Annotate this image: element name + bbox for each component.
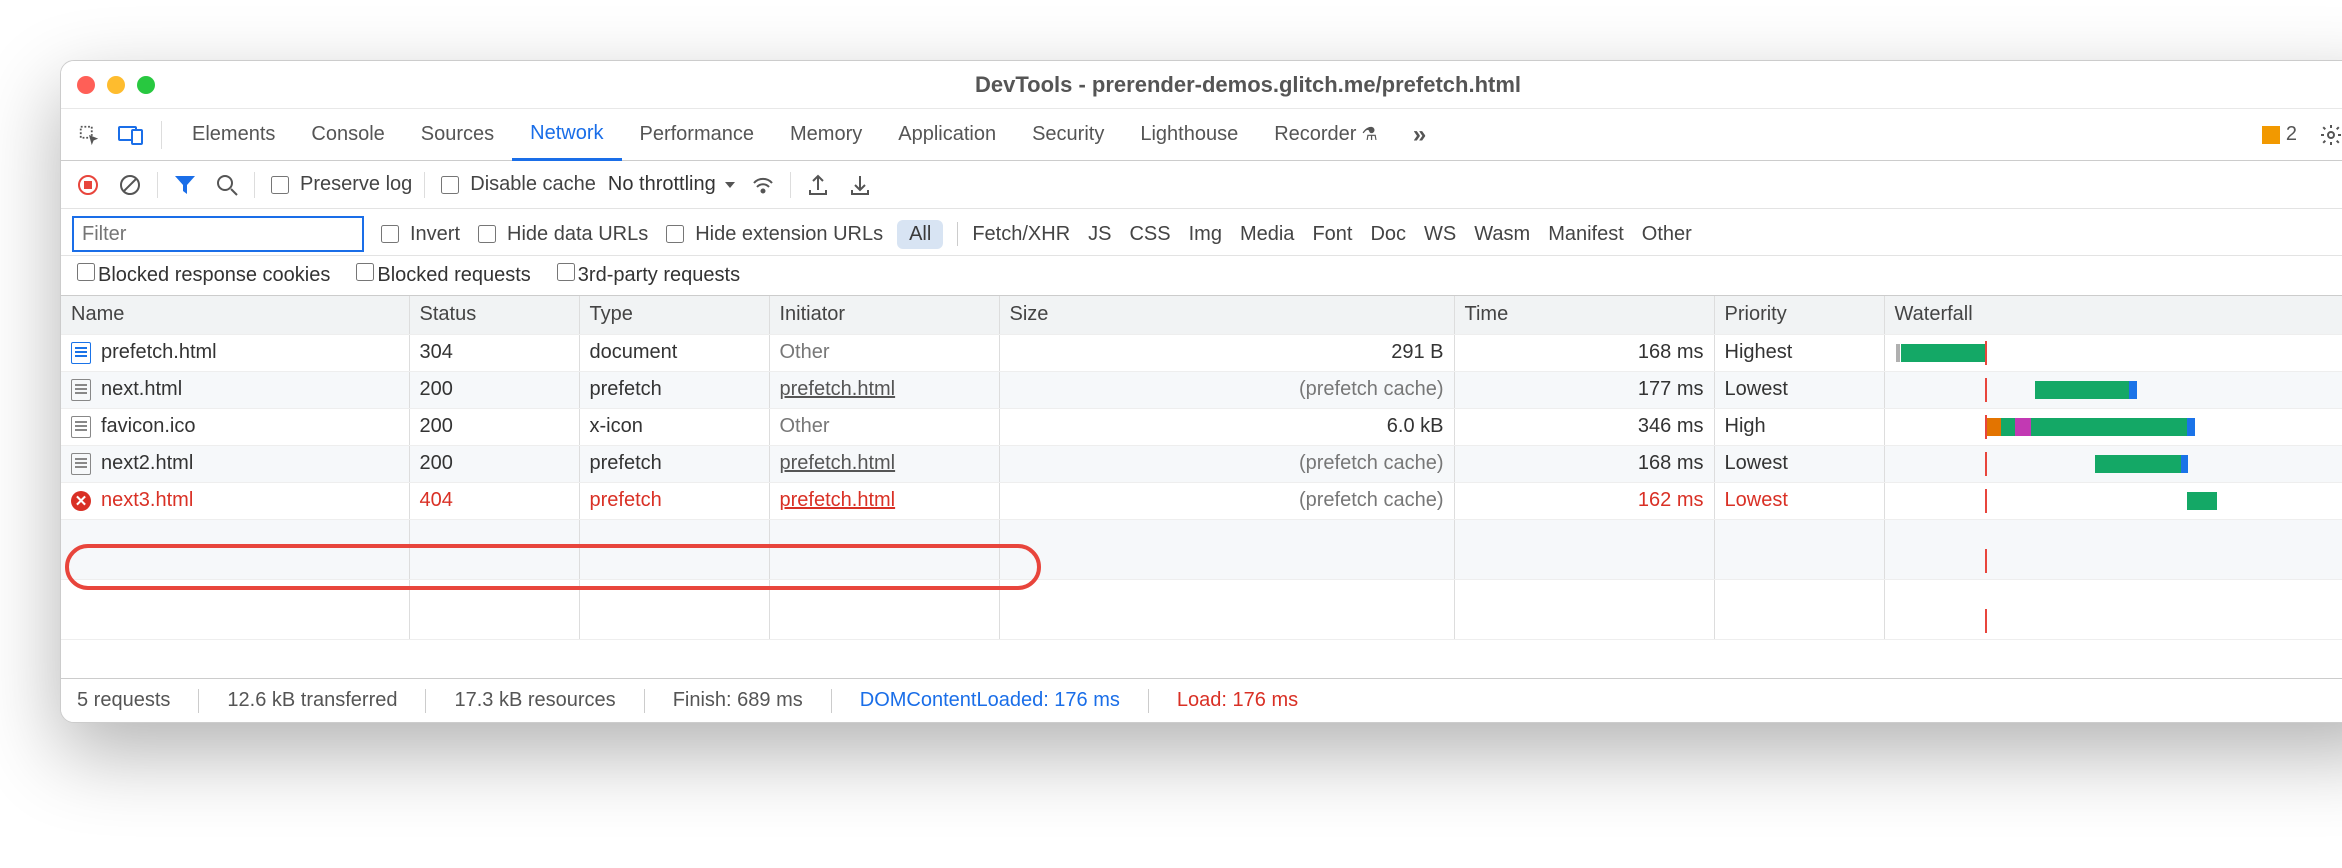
settings-icon[interactable] <box>2313 117 2342 153</box>
filter-bar: Invert Hide data URLs Hide extension URL… <box>61 209 2342 256</box>
filter-type-css[interactable]: CSS <box>1129 223 1170 246</box>
preserve-log-checkbox[interactable]: Preserve log <box>267 173 412 197</box>
initiator-link[interactable]: prefetch.html <box>780 378 896 400</box>
status-dcl: DOMContentLoaded: 176 ms <box>860 689 1120 712</box>
waterfall-bar <box>1895 415 2342 439</box>
record-button[interactable] <box>73 170 103 200</box>
network-table: Name Status Type Initiator Size Time Pri… <box>61 296 2342 678</box>
tab-network[interactable]: Network <box>512 109 621 161</box>
status-resources: 17.3 kB resources <box>454 689 615 712</box>
col-name[interactable]: Name <box>61 296 409 334</box>
col-initiator[interactable]: Initiator <box>769 296 999 334</box>
request-name: favicon.ico <box>101 415 196 438</box>
window-controls <box>77 76 155 94</box>
request-name: next3.html <box>101 489 193 512</box>
throttling-select[interactable]: No throttling <box>608 173 736 196</box>
tab-elements[interactable]: Elements <box>174 109 293 161</box>
status-finish: Finish: 689 ms <box>673 689 803 712</box>
filter-type-wasm[interactable]: Wasm <box>1474 223 1530 246</box>
error-icon: ✕ <box>71 491 91 511</box>
col-waterfall[interactable]: Waterfall ▴ <box>1884 296 2342 334</box>
waterfall-bar <box>1895 341 2342 365</box>
request-name: prefetch.html <box>101 341 217 364</box>
col-status[interactable]: Status <box>409 296 579 334</box>
filter-input[interactable] <box>73 217 363 251</box>
tab-performance[interactable]: Performance <box>622 109 773 161</box>
file-icon <box>71 379 91 401</box>
status-transferred: 12.6 kB transferred <box>227 689 397 712</box>
more-tabs-icon[interactable]: » <box>1402 117 1438 153</box>
minimize-window[interactable] <box>107 76 125 94</box>
hide-data-urls-checkbox[interactable]: Hide data URLs <box>474 222 648 246</box>
table-header: Name Status Type Initiator Size Time Pri… <box>61 296 2342 334</box>
filter-type-doc[interactable]: Doc <box>1370 223 1406 246</box>
hide-extension-urls-checkbox[interactable]: Hide extension URLs <box>662 222 883 246</box>
initiator-link[interactable]: prefetch.html <box>780 489 896 511</box>
table-row[interactable]: ✕next3.html404prefetchprefetch.html(pref… <box>61 482 2342 519</box>
tab-security[interactable]: Security <box>1014 109 1122 161</box>
third-party-checkbox[interactable]: 3rd-party requests <box>553 260 740 287</box>
export-har-icon[interactable] <box>845 170 875 200</box>
table-row-empty <box>61 579 2342 639</box>
filter-bar-2: Blocked response cookies Blocked request… <box>61 256 2342 296</box>
tab-lighthouse[interactable]: Lighthouse <box>1122 109 1256 161</box>
tab-recorder[interactable]: Recorder⚗ <box>1256 109 1395 161</box>
filter-type-manifest[interactable]: Manifest <box>1548 223 1624 246</box>
filter-type-media[interactable]: Media <box>1240 223 1294 246</box>
filter-type-img[interactable]: Img <box>1189 223 1222 246</box>
filter-type-other[interactable]: Other <box>1642 223 1692 246</box>
clear-button[interactable] <box>115 170 145 200</box>
invert-checkbox[interactable]: Invert <box>377 222 460 246</box>
table-row[interactable]: prefetch.html304documentOther291 B168 ms… <box>61 334 2342 371</box>
inspect-icon[interactable] <box>71 117 107 153</box>
issues-button[interactable]: 2 <box>2252 123 2307 146</box>
waterfall-bar <box>1895 452 2342 476</box>
status-load: Load: 176 ms <box>1177 689 1298 712</box>
tab-sources[interactable]: Sources <box>403 109 512 161</box>
device-toggle-icon[interactable] <box>113 117 149 153</box>
waterfall-bar <box>1895 378 2342 402</box>
request-name: next2.html <box>101 452 193 475</box>
issues-count: 2 <box>2286 123 2297 146</box>
document-icon <box>71 342 91 364</box>
request-name: next.html <box>101 378 182 401</box>
col-priority[interactable]: Priority <box>1714 296 1884 334</box>
col-size[interactable]: Size <box>999 296 1454 334</box>
filter-icon[interactable] <box>170 170 200 200</box>
table-row[interactable]: next2.html200prefetchprefetch.html(prefe… <box>61 445 2342 482</box>
table-row-empty <box>61 519 2342 579</box>
devtools-window: DevTools - prerender-demos.glitch.me/pre… <box>60 60 2342 723</box>
titlebar: DevTools - prerender-demos.glitch.me/pre… <box>61 61 2342 109</box>
close-window[interactable] <box>77 76 95 94</box>
panel-tabs: ElementsConsoleSourcesNetworkPerformance… <box>61 109 2342 161</box>
table-row[interactable]: next.html200prefetchprefetch.html(prefet… <box>61 371 2342 408</box>
import-har-icon[interactable] <box>803 170 833 200</box>
tab-console[interactable]: Console <box>293 109 402 161</box>
issues-flag-icon <box>2262 126 2280 144</box>
initiator-link[interactable]: prefetch.html <box>780 452 896 474</box>
filter-type-all[interactable]: All <box>897 220 943 249</box>
file-icon <box>71 453 91 475</box>
search-icon[interactable] <box>212 170 242 200</box>
filter-type-ws[interactable]: WS <box>1424 223 1456 246</box>
blocked-requests-checkbox[interactable]: Blocked requests <box>352 260 530 287</box>
tab-application[interactable]: Application <box>880 109 1014 161</box>
table-row[interactable]: favicon.ico200x-iconOther6.0 kB346 msHig… <box>61 408 2342 445</box>
maximize-window[interactable] <box>137 76 155 94</box>
network-toolbar: Preserve log Disable cache No throttling <box>61 161 2342 209</box>
col-type[interactable]: Type <box>579 296 769 334</box>
filter-type-js[interactable]: JS <box>1088 223 1111 246</box>
disable-cache-checkbox[interactable]: Disable cache <box>437 173 596 197</box>
filter-type-fetch-xhr[interactable]: Fetch/XHR <box>972 223 1070 246</box>
tab-memory[interactable]: Memory <box>772 109 880 161</box>
file-icon <box>71 416 91 438</box>
window-title: DevTools - prerender-demos.glitch.me/pre… <box>171 72 2325 98</box>
waterfall-bar <box>1895 489 2342 513</box>
status-requests: 5 requests <box>77 689 170 712</box>
filter-type-font[interactable]: Font <box>1312 223 1352 246</box>
col-time[interactable]: Time <box>1454 296 1714 334</box>
network-conditions-icon[interactable] <box>748 170 778 200</box>
blocked-cookies-checkbox[interactable]: Blocked response cookies <box>73 260 330 287</box>
status-bar: 5 requests 12.6 kB transferred 17.3 kB r… <box>61 678 2342 722</box>
